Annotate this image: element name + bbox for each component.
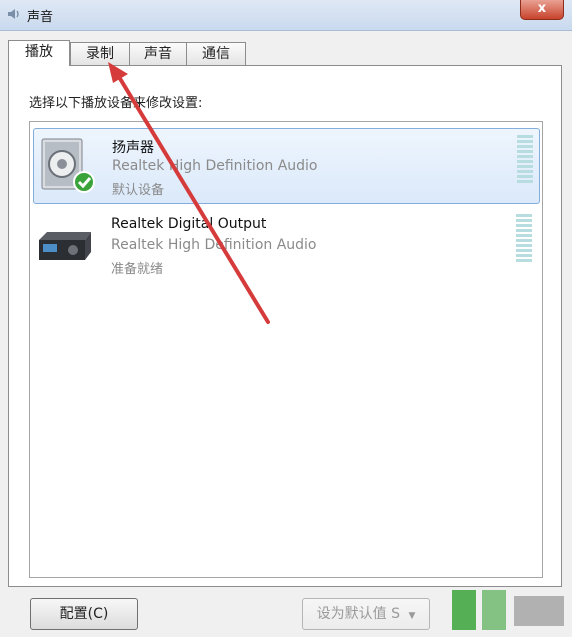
tab-playback[interactable]: 播放 (8, 40, 70, 66)
device-status: 默认设备 (112, 183, 165, 198)
device-description: Realtek High Definition Audio (111, 237, 317, 253)
chevron-down-icon[interactable]: ▼ (408, 611, 415, 621)
set-default-label: 设为默认值 (316, 606, 387, 622)
device-list[interactable]: 扬声器 Realtek High Definition Audio 默认设备 R… (29, 121, 543, 578)
volume-meter (516, 214, 532, 266)
device-description: Realtek High Definition Audio (112, 158, 318, 174)
speaker-icon (41, 138, 95, 193)
tab-communications[interactable]: 通信 (186, 42, 246, 65)
set-default-button: 设为默认值 S ▼ (302, 598, 430, 630)
instruction-text: 选择以下播放设备来修改设置: (29, 96, 203, 111)
digital-output-icon (39, 232, 91, 260)
watermark-logo (452, 590, 564, 630)
configure-button[interactable]: 配置(C) (30, 598, 138, 630)
sound-icon (8, 9, 19, 19)
playback-panel: 选择以下播放设备来修改设置: 扬声器 Realtek High Definiti… (8, 65, 562, 587)
tab-sounds[interactable]: 声音 (129, 42, 187, 65)
device-item-digital-output[interactable]: Realtek Digital Output Realtek High Defi… (33, 208, 538, 282)
tab-recording[interactable]: 录制 (70, 42, 130, 65)
device-item-speakers[interactable]: 扬声器 Realtek High Definition Audio 默认设备 (33, 128, 540, 204)
device-name: 扬声器 (112, 140, 154, 156)
set-default-suffix: S (391, 606, 400, 622)
close-button[interactable]: x (520, 0, 564, 20)
device-name: Realtek Digital Output (111, 216, 267, 232)
title-bar: 声音 x (0, 0, 572, 31)
window-title: 声音 (27, 10, 54, 25)
device-status: 准备就绪 (111, 262, 164, 277)
volume-meter (517, 135, 533, 187)
close-icon: x (537, 1, 547, 16)
